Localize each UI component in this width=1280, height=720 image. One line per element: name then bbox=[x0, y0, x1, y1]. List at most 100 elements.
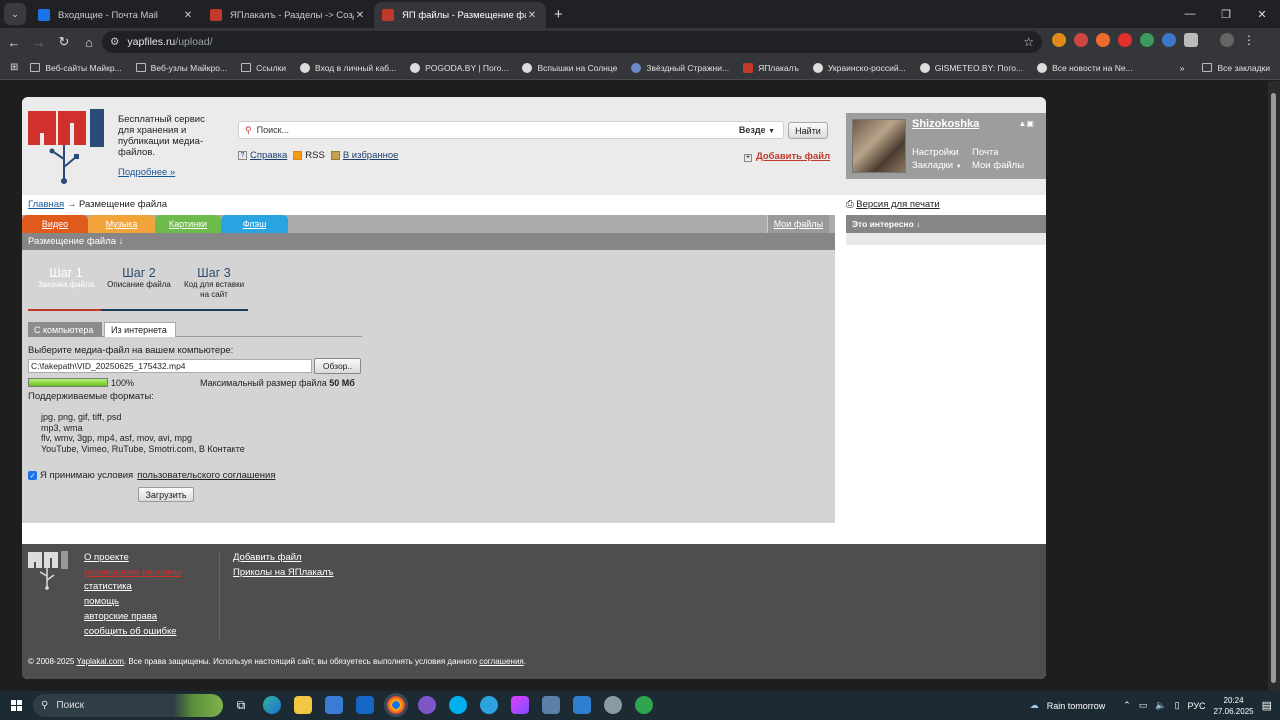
browser-tab-yaplakal[interactable]: ЯПлакалъ - Разделы -> Созда ✕ bbox=[202, 2, 374, 28]
input-language[interactable]: РУС bbox=[1188, 701, 1206, 711]
footer-ads-link[interactable]: размещение рекламы bbox=[84, 566, 181, 581]
notifications-icon[interactable]: ▤ bbox=[1262, 699, 1272, 712]
bookmark-item[interactable]: Украинско-россий... bbox=[812, 62, 906, 73]
network-icon[interactable]: ▭ bbox=[1139, 700, 1148, 711]
task-view-icon[interactable]: ⧉ bbox=[232, 696, 250, 714]
my-files-tab[interactable]: Мои файлы bbox=[766, 215, 829, 233]
extension-icon[interactable] bbox=[1096, 33, 1110, 47]
close-tab-icon[interactable]: ✕ bbox=[182, 10, 194, 21]
file-path-input[interactable]: C:\fakepath\VID_20250625_175432.mp4 bbox=[28, 359, 312, 373]
footer-copyright-link[interactable]: авторские права bbox=[84, 610, 181, 625]
footer-stats-link[interactable]: статистика bbox=[84, 580, 181, 595]
bookmark-item[interactable]: Все новости на Ne... bbox=[1037, 62, 1133, 73]
tray-overflow-icon[interactable]: ⌃ bbox=[1123, 700, 1131, 711]
close-tab-icon[interactable]: ✕ bbox=[526, 10, 538, 21]
settings-link[interactable]: Настройки bbox=[912, 146, 962, 159]
footer-add-file-link[interactable]: Добавить файл bbox=[233, 551, 334, 566]
bookmark-star-icon[interactable]: ☆ bbox=[1023, 35, 1034, 49]
tab-music[interactable]: Музыка bbox=[88, 215, 155, 233]
bookmarks-menu[interactable]: Закладки ▼ bbox=[912, 159, 962, 174]
bookmark-item[interactable]: POGODA.BY | Пого... bbox=[410, 62, 508, 73]
viber-icon[interactable] bbox=[418, 696, 436, 714]
extension-icon[interactable] bbox=[1052, 33, 1066, 47]
skype-icon[interactable] bbox=[449, 696, 467, 714]
mail-link[interactable]: Почта bbox=[972, 146, 1024, 159]
site-info-icon[interactable]: ⚙ bbox=[110, 36, 119, 48]
my-files-link[interactable]: Мои файлы bbox=[972, 159, 1024, 172]
rss-link[interactable]: RSS bbox=[305, 150, 325, 161]
file-explorer-icon[interactable] bbox=[294, 696, 312, 714]
chrome-icon[interactable] bbox=[384, 693, 408, 717]
footer-about-link[interactable]: О проекте bbox=[84, 551, 181, 566]
avatar[interactable] bbox=[852, 119, 906, 173]
apps-grid-icon[interactable]: ⊞ bbox=[10, 62, 18, 73]
store-icon[interactable] bbox=[325, 696, 343, 714]
start-button[interactable] bbox=[0, 700, 32, 711]
copyright-agreement-link[interactable]: соглашения bbox=[479, 657, 523, 666]
more-info-link[interactable]: Подробнее » bbox=[118, 167, 175, 178]
extension-icon[interactable] bbox=[1074, 33, 1088, 47]
username-link[interactable]: Shizokoshka bbox=[912, 118, 979, 130]
extension-icon[interactable] bbox=[1118, 33, 1132, 47]
bookmark-item[interactable]: ЯПлакалъ bbox=[743, 62, 799, 73]
browser-menu-icon[interactable]: ⋮ bbox=[1242, 33, 1256, 47]
breadcrumb-home[interactable]: Главная bbox=[28, 199, 64, 210]
close-tab-icon[interactable]: ✕ bbox=[354, 10, 366, 21]
all-bookmarks[interactable]: Все закладки bbox=[1202, 63, 1270, 73]
calculator-icon[interactable] bbox=[573, 696, 591, 714]
favorites-link-wrap[interactable]: В избранное bbox=[330, 150, 398, 161]
telegram-icon[interactable] bbox=[480, 696, 498, 714]
agree-checkbox[interactable]: ✓ bbox=[28, 471, 37, 480]
home-icon[interactable]: ⌂ bbox=[78, 35, 100, 50]
close-window-icon[interactable]: ✕ bbox=[1244, 0, 1280, 28]
back-icon[interactable]: ← bbox=[3, 35, 25, 50]
edge-icon[interactable] bbox=[263, 696, 281, 714]
find-button[interactable]: Найти bbox=[788, 122, 828, 139]
tab-from-computer[interactable]: С компьютера bbox=[28, 322, 102, 337]
bookmark-item[interactable]: Веб-узлы Майкро... bbox=[135, 63, 227, 73]
clock[interactable]: 20:24 27.06.2025 bbox=[1214, 695, 1254, 717]
tab-search-icon[interactable]: ⌄ bbox=[4, 3, 26, 25]
profile-avatar[interactable] bbox=[1220, 33, 1234, 47]
print-version[interactable]: ⎙ Версия для печати bbox=[846, 199, 940, 210]
bookmark-item[interactable]: Ссылки bbox=[241, 63, 286, 73]
tab-from-internet[interactable]: Из интернета bbox=[104, 322, 176, 337]
extension-icon[interactable] bbox=[1140, 33, 1154, 47]
new-tab-icon[interactable]: + bbox=[554, 6, 563, 23]
search-input[interactable]: ⚲ Поиск... Везде ▼ bbox=[238, 121, 784, 139]
tab-flash[interactable]: Флэш bbox=[221, 215, 288, 233]
browse-button[interactable]: Обзор.. bbox=[314, 358, 361, 374]
help-link-wrap[interactable]: ? Справка bbox=[238, 150, 287, 161]
bookmark-item[interactable]: GISMETEO.BY: Пого... bbox=[919, 62, 1023, 73]
yapfiles-logo[interactable] bbox=[28, 107, 110, 185]
more-bookmarks-icon[interactable]: » bbox=[1180, 63, 1185, 73]
battery-icon[interactable]: ▯ bbox=[1175, 700, 1180, 711]
footer-jokes-link[interactable]: Приколы на ЯПлакалъ bbox=[233, 566, 334, 581]
scrollbar-thumb[interactable] bbox=[1271, 93, 1276, 683]
page-scrollbar[interactable] bbox=[1268, 81, 1280, 691]
footer-logo[interactable] bbox=[28, 550, 72, 590]
user-agreement-link[interactable]: пользовательского соглашения bbox=[137, 470, 275, 481]
taskbar-search[interactable]: ⚲ Поиск bbox=[33, 694, 223, 717]
reload-icon[interactable]: ↻ bbox=[53, 34, 75, 50]
help-link[interactable]: Справка bbox=[250, 150, 287, 161]
bookmark-item[interactable]: Вспышки на Солнце bbox=[522, 62, 617, 73]
bookmark-item[interactable]: Звёздный Стражни... bbox=[631, 62, 729, 73]
footer-help-link[interactable]: помощь bbox=[84, 595, 181, 610]
rss-link-wrap[interactable]: RSS bbox=[293, 150, 325, 161]
volume-icon[interactable]: 🔈 bbox=[1155, 700, 1166, 711]
address-bar[interactable]: ⚙ yapfiles.ru/upload/ ☆ bbox=[102, 31, 1042, 53]
footer-report-link[interactable]: сообщить об ошибке bbox=[84, 625, 181, 640]
search-scope-select[interactable]: Везде ▼ bbox=[739, 125, 775, 135]
browser-tab-yapfiles[interactable]: ЯП файлы - Размещение файл ✕ bbox=[374, 2, 546, 28]
remote-desktop-icon[interactable] bbox=[542, 696, 560, 714]
utorrent-icon[interactable] bbox=[635, 696, 653, 714]
sidebar-title[interactable]: Это интересно ↓ bbox=[846, 215, 1046, 233]
minimize-icon[interactable]: — bbox=[1172, 0, 1208, 28]
add-file-link[interactable]: + Добавить файл bbox=[744, 151, 830, 162]
tab-pictures[interactable]: Картинки bbox=[155, 215, 221, 233]
extension-icon[interactable] bbox=[1162, 33, 1176, 47]
bookmark-item[interactable]: Веб-сайты Майкр... bbox=[30, 63, 122, 73]
print-version-link[interactable]: Версия для печати bbox=[856, 199, 939, 210]
section-title[interactable]: Размещение файла ↓ bbox=[22, 233, 835, 250]
